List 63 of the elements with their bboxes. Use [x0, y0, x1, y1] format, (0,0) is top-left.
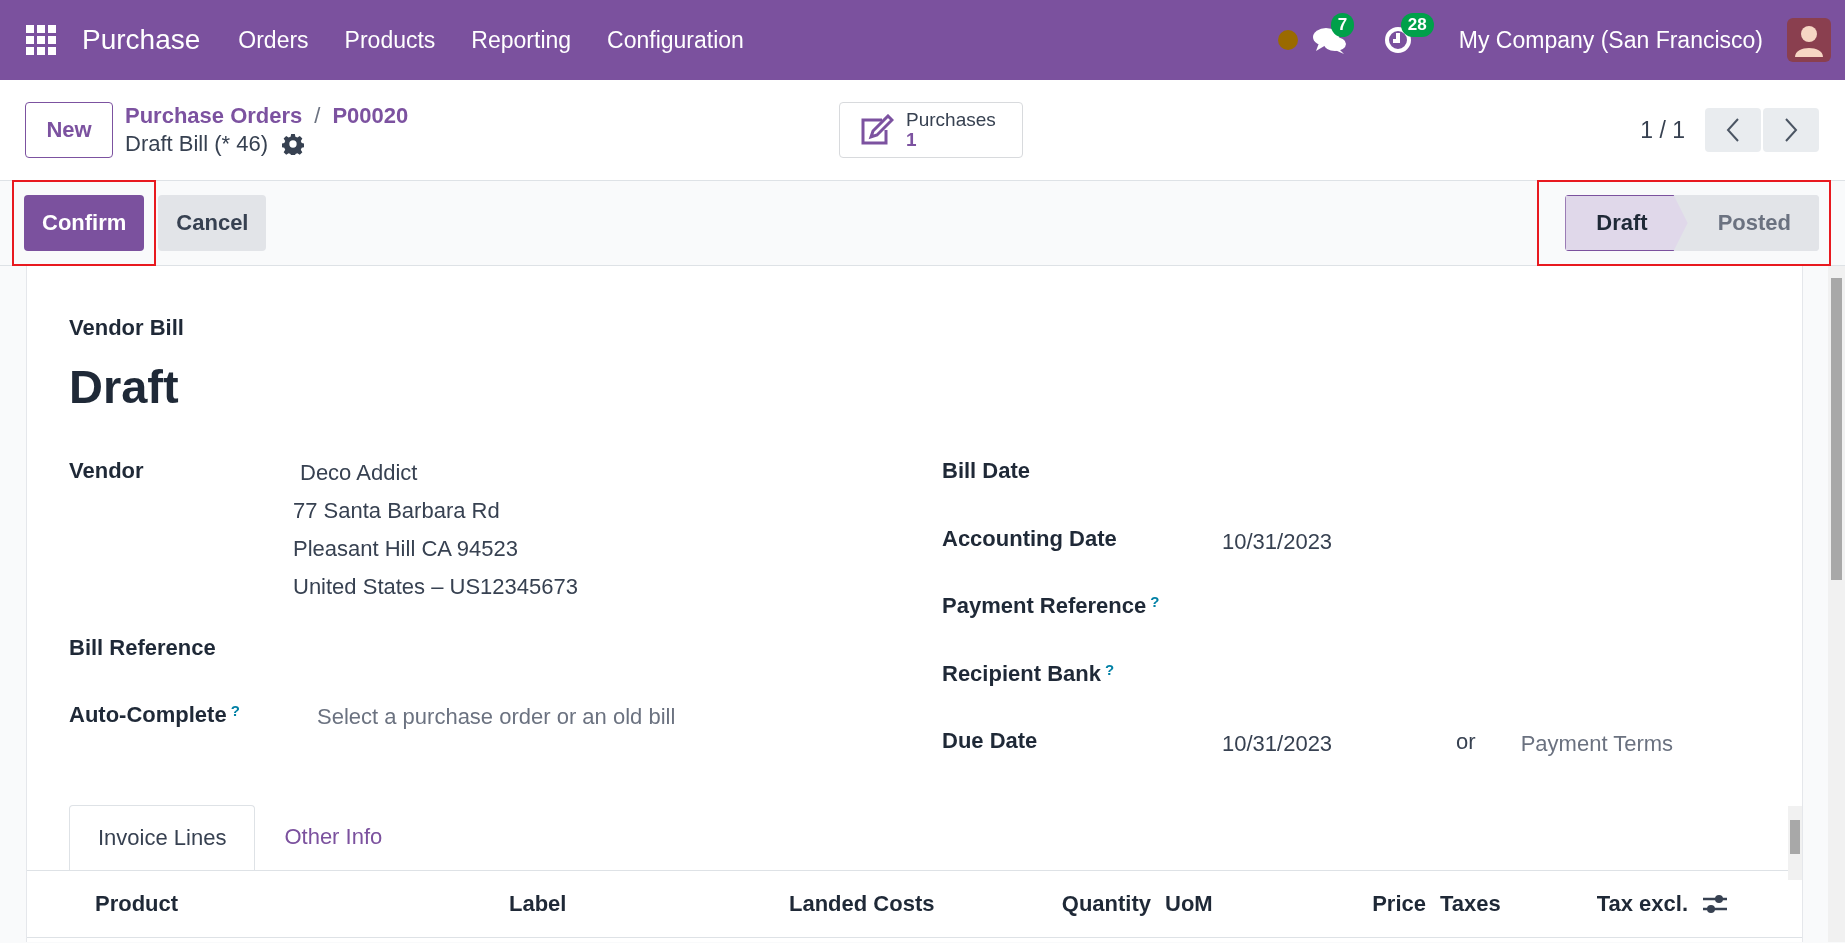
column-header[interactable]: Label — [509, 890, 789, 917]
field-label: Payment Reference $^{?}$ — [942, 593, 1161, 619]
activity-count-badge: 28 — [1400, 13, 1434, 37]
form-tab[interactable]: Invoice Lines — [69, 804, 256, 871]
help-tooltip-mark[interactable]: ? — [1150, 593, 1160, 619]
or-text: or — [1456, 729, 1476, 755]
gear-icon[interactable] — [282, 133, 305, 155]
user-avatar[interactable] — [1787, 18, 1831, 62]
field-label: Recipient Bank $^{?}$ — [942, 660, 1116, 687]
record-title: Draft Bill (* 46) — [125, 131, 269, 157]
field-value[interactable]: 10/31/2023 — [1222, 731, 1333, 757]
menu-item[interactable]: Products — [326, 26, 454, 54]
field-label: Accounting Date — [942, 525, 1118, 552]
field-label: Vendor — [69, 458, 145, 484]
breadcrumb-link[interactable]: Purchase Orders — [125, 103, 303, 129]
column-header[interactable]: Product — [95, 890, 509, 917]
help-tooltip-mark[interactable]: ? — [230, 702, 240, 728]
field-label: Due Date — [942, 728, 1039, 754]
chevron-right-icon — [1784, 117, 1798, 143]
status-dot-icon[interactable] — [1276, 29, 1299, 51]
breadcrumb-separator: / — [314, 103, 321, 129]
next-button[interactable] — [1763, 108, 1819, 152]
previous-button[interactable] — [1705, 108, 1761, 152]
message-count-badge: 7 — [1330, 13, 1355, 37]
column-header[interactable]: Quantity — [1047, 890, 1165, 917]
address-line: 77 Santa Barbara Rd — [293, 498, 501, 524]
menu-item[interactable]: Configuration — [589, 26, 762, 54]
smart-button-label: Purchases — [906, 110, 996, 130]
column-header[interactable]: Taxes — [1440, 890, 1566, 917]
field-label: Bill Reference — [69, 635, 217, 661]
inner-scrollbar[interactable] — [1788, 806, 1802, 880]
pager-counter: 1 / 1 — [1640, 116, 1685, 144]
address-line: Pleasant Hill CA 94523 — [293, 536, 520, 562]
placeholder-text[interactable]: Payment Terms — [1520, 731, 1674, 757]
help-tooltip-mark[interactable]: ? — [1104, 660, 1115, 687]
company-switcher[interactable]: My Company (San Francisco) — [1458, 26, 1763, 54]
confirm-button[interactable]: Confirm — [24, 195, 145, 251]
apps-grid-icon[interactable] — [26, 25, 56, 55]
status-stage[interactable]: Draft — [1565, 195, 1688, 251]
menu-item[interactable]: Reporting — [453, 26, 590, 54]
cancel-button[interactable]: Cancel — [158, 195, 267, 251]
field-value[interactable]: 10/31/2023 — [1222, 528, 1333, 555]
smart-button-count: 1 — [906, 130, 918, 150]
menu-item[interactable]: Orders — [220, 26, 327, 54]
document-type-label: Vendor Bill — [69, 315, 185, 341]
page-scrollbar[interactable] — [1828, 266, 1845, 942]
breadcrumb-link[interactable]: P00020 — [332, 103, 409, 129]
placeholder-text[interactable]: Select a purchase order or an old bill — [317, 704, 676, 730]
field-label: Bill Date — [942, 458, 1032, 484]
address-line: United States – US12345673 — [293, 574, 578, 600]
person-silhouette-icon — [1793, 23, 1825, 57]
address-line: Deco Addict — [300, 460, 419, 486]
column-header[interactable]: Tax excl. — [1566, 890, 1702, 917]
column-header[interactable]: Price — [1289, 890, 1440, 917]
form-tab[interactable]: Other Info — [255, 803, 412, 870]
app-name[interactable]: Purchase — [82, 24, 201, 56]
column-header[interactable]: UoM — [1165, 890, 1289, 917]
field-label: Auto-Complete $^{?}$ — [69, 702, 241, 728]
new-button[interactable]: New — [25, 102, 113, 158]
bill-title: Draft — [69, 359, 180, 414]
purchases-smart-button[interactable]: Purchases 1 — [839, 102, 1023, 158]
column-header[interactable]: Landed Costs — [789, 890, 1047, 917]
chevron-left-icon — [1726, 117, 1740, 143]
